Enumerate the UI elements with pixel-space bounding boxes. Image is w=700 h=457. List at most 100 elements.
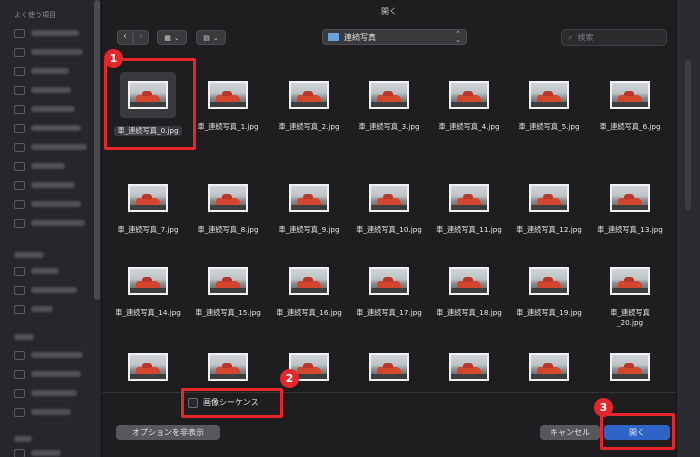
file-item[interactable] <box>108 344 188 390</box>
image-thumbnail-icon <box>529 81 569 109</box>
document-icon <box>14 123 25 133</box>
file-thumbnail[interactable] <box>120 344 176 390</box>
file-thumbnail[interactable] <box>281 72 337 118</box>
image-thumbnail-icon <box>208 267 248 295</box>
image-thumbnail-icon <box>610 353 650 381</box>
file-item[interactable]: 車_連続写真_16.jpg <box>269 258 349 318</box>
image-thumbnail-icon <box>449 353 489 381</box>
file-item[interactable]: 車_連続写真_7.jpg <box>108 175 188 235</box>
file-item[interactable]: 車_連続写真_10.jpg <box>349 175 429 235</box>
file-item[interactable]: 車_連続写真_13.jpg <box>590 175 670 235</box>
file-item[interactable]: 車_連続写真_17.jpg <box>349 258 429 318</box>
file-item[interactable] <box>188 344 268 390</box>
file-thumbnail[interactable] <box>441 258 497 304</box>
file-thumbnail[interactable] <box>200 72 256 118</box>
file-name: 車_連続写真_7.jpg <box>117 225 179 234</box>
sidebar-item[interactable] <box>14 348 94 362</box>
file-item[interactable]: 車_連続写真_18.jpg <box>429 258 509 318</box>
file-thumbnail[interactable] <box>361 258 417 304</box>
file-name: 車_連続写真 _20.jpg <box>610 308 650 327</box>
file-item[interactable]: 車_連続写真_4.jpg <box>429 72 509 132</box>
file-item[interactable]: 車_連続写真 _20.jpg <box>590 258 670 328</box>
file-item[interactable]: 車_連続写真_12.jpg <box>509 175 589 235</box>
location-select[interactable]: 連続写真 ⌃ ⌄ <box>322 29 467 45</box>
file-thumbnail[interactable] <box>441 175 497 221</box>
sidebar-item[interactable] <box>14 121 94 135</box>
sidebar-item[interactable] <box>14 283 94 297</box>
file-item[interactable]: 車_連続写真_2.jpg <box>269 72 349 132</box>
file-thumbnail[interactable] <box>361 344 417 390</box>
file-thumbnail[interactable] <box>120 175 176 221</box>
sidebar-item[interactable] <box>14 367 94 381</box>
search-placeholder: 検索 <box>577 33 594 42</box>
sidebar-item[interactable] <box>14 446 94 457</box>
file-item[interactable]: 車_連続写真_5.jpg <box>509 72 589 132</box>
file-name: 車_連続写真_10.jpg <box>356 225 422 234</box>
file-name: 車_連続写真_18.jpg <box>436 308 502 317</box>
sidebar-item[interactable] <box>14 26 94 40</box>
sidebar-item[interactable] <box>14 264 94 278</box>
file-thumbnail[interactable] <box>602 258 658 304</box>
sidebar-item[interactable] <box>14 216 94 230</box>
file-thumbnail[interactable] <box>441 344 497 390</box>
file-item[interactable]: 車_連続写真_6.jpg <box>590 72 670 132</box>
view-mode-button[interactable]: ▦ ⌄ <box>157 30 187 45</box>
file-thumbnail[interactable] <box>602 72 658 118</box>
sidebar-item[interactable] <box>14 83 94 97</box>
file-thumbnail[interactable] <box>361 72 417 118</box>
updown-chevron-icon: ⌃ ⌄ <box>455 30 461 44</box>
file-thumbnail[interactable] <box>281 175 337 221</box>
sidebar-item[interactable] <box>14 64 94 78</box>
tag-icon <box>14 448 25 457</box>
file-item[interactable]: 車_連続写真_11.jpg <box>429 175 509 235</box>
sidebar-item[interactable] <box>14 302 94 316</box>
file-thumbnail[interactable] <box>521 175 577 221</box>
file-thumbnail[interactable] <box>120 258 176 304</box>
group-button[interactable]: ▤ ⌄ <box>196 30 226 45</box>
sidebar-item[interactable] <box>14 405 94 419</box>
image-thumbnail-icon <box>369 267 409 295</box>
file-item[interactable]: 車_連続写真_9.jpg <box>269 175 349 235</box>
file-thumbnail[interactable] <box>200 344 256 390</box>
network-icon <box>14 407 25 417</box>
sidebar-item[interactable] <box>14 45 94 59</box>
file-thumbnail[interactable] <box>521 344 577 390</box>
sidebar-item[interactable] <box>14 159 94 173</box>
back-button[interactable]: ‹ <box>117 30 133 45</box>
sidebar-item <box>14 432 94 446</box>
search-field[interactable]: ⌕ 検索 <box>561 29 667 46</box>
file-thumbnail[interactable] <box>200 175 256 221</box>
file-item[interactable]: 車_連続写真_15.jpg <box>188 258 268 318</box>
file-name: 車_連続写真_11.jpg <box>436 225 502 234</box>
file-thumbnail[interactable] <box>281 258 337 304</box>
image-thumbnail-icon <box>610 184 650 212</box>
sidebar-item[interactable] <box>14 197 94 211</box>
file-item[interactable] <box>509 344 589 390</box>
sidebar-item[interactable] <box>14 140 94 154</box>
sidebar-scrollbar[interactable] <box>94 0 100 300</box>
sidebar-item[interactable] <box>14 102 94 116</box>
file-thumbnail[interactable] <box>200 258 256 304</box>
hide-options-button[interactable]: オプションを非表示 <box>116 425 220 440</box>
file-thumbnail[interactable] <box>361 175 417 221</box>
sidebar-item[interactable] <box>14 386 94 400</box>
file-item[interactable]: 車_連続写真_1.jpg <box>188 72 268 132</box>
sidebar-item[interactable] <box>14 178 94 192</box>
file-item[interactable] <box>429 344 509 390</box>
cancel-button[interactable]: キャンセル <box>540 425 600 440</box>
background-window <box>676 0 700 457</box>
file-thumbnail[interactable] <box>441 72 497 118</box>
file-item[interactable]: 車_連続写真_14.jpg <box>108 258 188 318</box>
step-badge-3: 3 <box>594 398 613 417</box>
file-item[interactable]: 車_連続写真_8.jpg <box>188 175 268 235</box>
sidebar-section-favorites: よく使う項目 <box>14 11 56 19</box>
file-thumbnail[interactable] <box>602 175 658 221</box>
forward-button[interactable]: › <box>133 30 149 45</box>
file-item[interactable] <box>590 344 670 390</box>
file-item[interactable] <box>349 344 429 390</box>
file-item[interactable]: 車_連続写真_3.jpg <box>349 72 429 132</box>
file-item[interactable]: 車_連続写真_19.jpg <box>509 258 589 318</box>
file-thumbnail[interactable] <box>521 258 577 304</box>
file-thumbnail[interactable] <box>602 344 658 390</box>
file-thumbnail[interactable] <box>521 72 577 118</box>
